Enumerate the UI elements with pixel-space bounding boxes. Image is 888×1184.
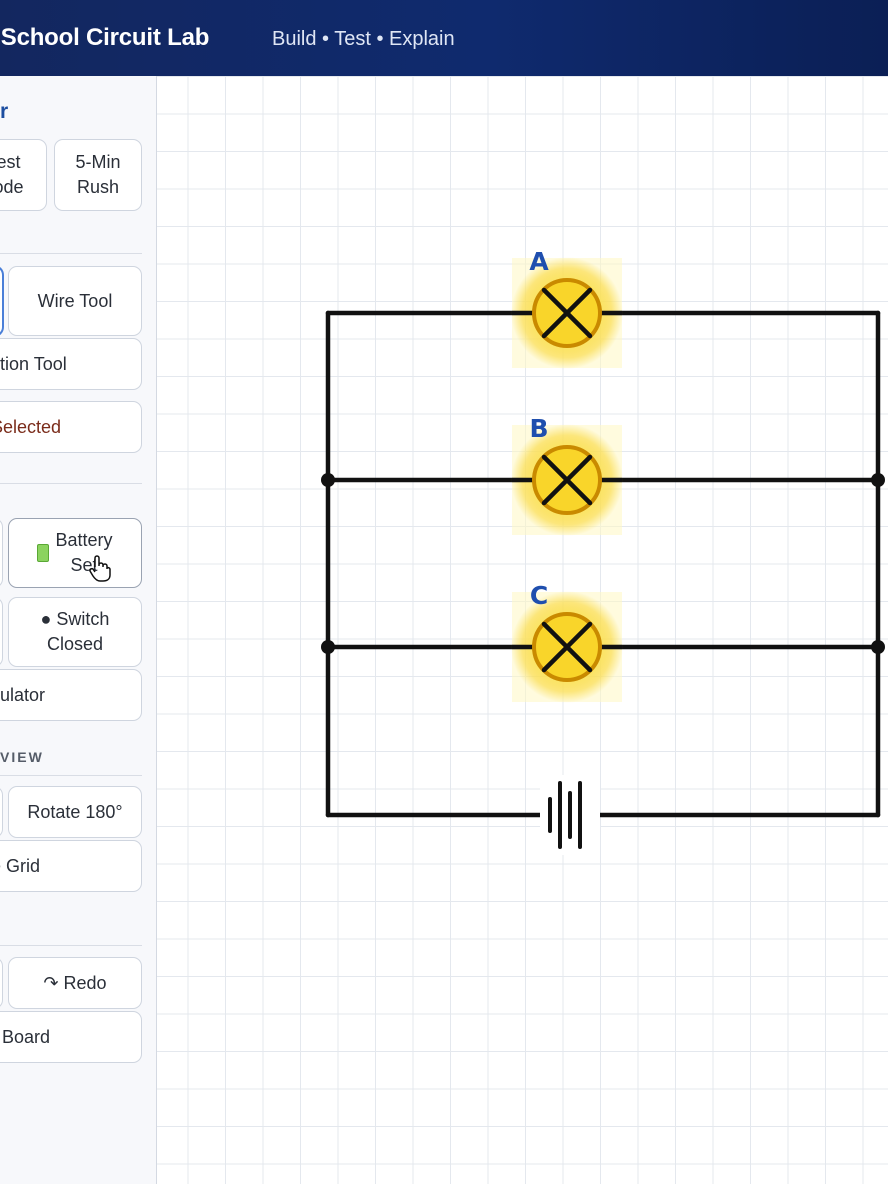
component-button-hidden[interactable] — [0, 518, 3, 588]
wires — [325, 310, 881, 818]
redo-button[interactable]: ↷ Redo — [8, 957, 142, 1009]
selected-tool-button[interactable] — [0, 266, 3, 336]
bulb-a[interactable] — [511, 257, 623, 369]
divider — [0, 253, 142, 254]
wire-tool-button[interactable]: Wire Tool — [8, 266, 142, 336]
junction-dot[interactable] — [871, 640, 885, 654]
mode-heading: r — [0, 100, 9, 123]
clear-board-button[interactable]: r Board — [0, 1011, 142, 1063]
bulb-b[interactable] — [511, 424, 623, 536]
battery-set-button[interactable]: Battery Set — [8, 518, 142, 588]
switch-closed-button[interactable]: ● Switch Closed — [8, 597, 142, 667]
insulator-button[interactable]: sulator — [0, 669, 142, 721]
app-header: ry School Circuit Lab Build • Test • Exp… — [0, 0, 888, 76]
junction-dot[interactable] — [321, 640, 335, 654]
hand-cursor-icon — [88, 554, 112, 582]
divider — [0, 483, 142, 484]
circuit-canvas[interactable]: A B C — [157, 76, 888, 1184]
bulb-c[interactable] — [511, 591, 623, 703]
sidebar: r est ode 5-Min Rush Wire Tool ction Too… — [0, 76, 157, 1184]
junction-dot[interactable] — [321, 473, 335, 487]
view-heading: VIEW — [0, 749, 44, 765]
five-min-rush-button[interactable]: 5-Min Rush — [54, 139, 142, 211]
junction-dot[interactable] — [871, 473, 885, 487]
toggle-grid-button[interactable]: e Grid — [0, 840, 142, 892]
app-subtitle: Build • Test • Explain — [272, 28, 455, 50]
view-button-hidden[interactable] — [0, 786, 3, 838]
delete-selected-button[interactable]: Selected — [0, 401, 142, 453]
test-mode-button[interactable]: est ode — [0, 139, 47, 211]
bulb-c-label: C — [530, 581, 548, 610]
battery-symbol[interactable] — [540, 775, 600, 855]
app-title: ry School Circuit Lab — [0, 24, 210, 51]
bulb-b-label: B — [529, 414, 548, 443]
battery-icon — [37, 544, 50, 562]
undo-button[interactable] — [0, 957, 3, 1009]
circuit-diagram: A B C — [321, 247, 885, 855]
rotate-180-button[interactable]: Rotate 180° — [8, 786, 142, 838]
selection-tool-button[interactable]: ction Tool — [0, 338, 142, 390]
divider — [0, 775, 142, 776]
divider — [0, 945, 142, 946]
bulb-a-label: A — [529, 247, 549, 276]
component-button-hidden-2[interactable] — [0, 597, 3, 667]
